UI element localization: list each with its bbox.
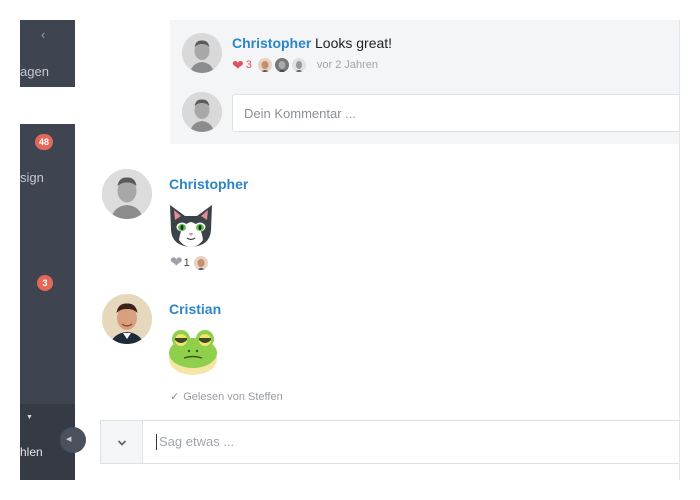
- chevron-left-icon: ◀: [66, 436, 72, 443]
- chevron-left-icon[interactable]: ‹: [41, 27, 45, 42]
- caret-down-icon: ▼: [26, 414, 33, 421]
- read-receipt: ✓ Gelesen von Steffen: [170, 390, 283, 403]
- sidebar-item-active[interactable]: [20, 87, 75, 124]
- like-count: 3: [245, 59, 252, 71]
- message-input[interactable]: Sag etwas ...: [156, 434, 234, 450]
- message-composer: Sag etwas ...: [100, 420, 679, 464]
- comment-author[interactable]: Christopher: [232, 35, 311, 51]
- liker-avatar[interactable]: [291, 58, 306, 72]
- avatar[interactable]: [102, 169, 152, 219]
- message-author[interactable]: Cristian: [169, 301, 221, 317]
- read-receipt-text: Gelesen von Steffen: [183, 391, 283, 403]
- liker-avatar[interactable]: [193, 255, 208, 270]
- liker-avatar[interactable]: [257, 58, 272, 72]
- sidebar-item-label[interactable]: agen: [20, 64, 49, 79]
- composer-options-button[interactable]: [101, 421, 143, 463]
- app-frame: ‹ agen 48 sign 3 ▼ hlen ◀ Christopher Lo…: [20, 20, 680, 480]
- heart-icon[interactable]: ❤: [232, 58, 244, 72]
- chevron-down-icon: [117, 440, 126, 446]
- sidebar: ‹ agen 48 sign 3 ▼ hlen: [20, 20, 75, 480]
- unread-badge: 48: [35, 134, 54, 150]
- sidebar-item-label[interactable]: sign: [20, 170, 44, 185]
- unread-badge: 3: [37, 275, 53, 291]
- comment-text: Looks great!: [315, 35, 393, 51]
- frog-sticker: [166, 323, 220, 377]
- comment-timestamp: vor 2 Jahren: [316, 59, 379, 71]
- sidebar-bottom-label[interactable]: hlen: [20, 445, 43, 459]
- comment-input[interactable]: Dein Kommentar ...: [232, 94, 679, 132]
- cat-sticker: [166, 200, 216, 250]
- avatar[interactable]: [182, 33, 222, 73]
- collapse-sidebar-button[interactable]: ◀: [60, 427, 86, 453]
- comment-thread-panel: Christopher Looks great! ❤ 3 vor 2 Jahre…: [170, 20, 679, 144]
- heart-icon[interactable]: ❤: [170, 255, 183, 270]
- checkmark-icon: ✓: [170, 391, 180, 403]
- like-count: 1: [183, 256, 190, 269]
- comment-meta: ❤ 3 vor 2 Jahren: [232, 56, 378, 74]
- message-meta: ❤ 1: [170, 255, 211, 270]
- message-author[interactable]: Christopher: [169, 176, 248, 192]
- avatar: [182, 92, 222, 132]
- avatar[interactable]: [102, 294, 152, 344]
- liker-avatar[interactable]: [274, 58, 289, 72]
